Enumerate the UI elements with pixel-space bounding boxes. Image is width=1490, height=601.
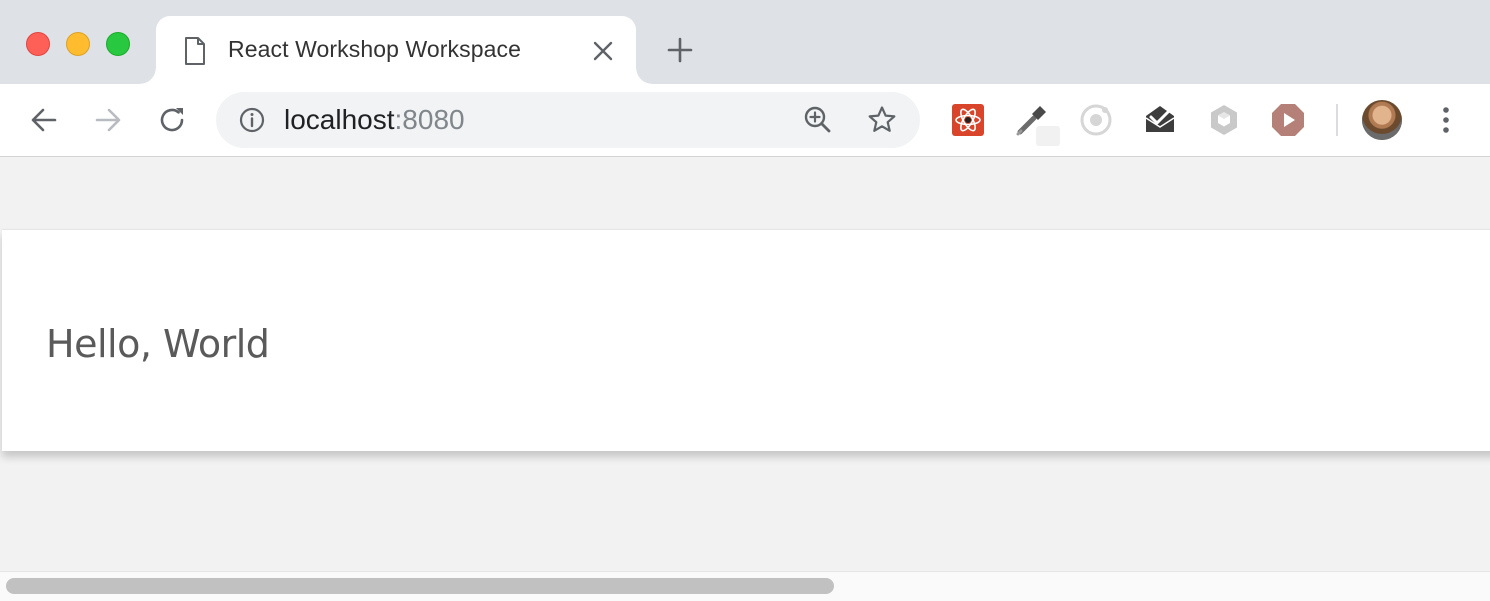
react-devtools-icon[interactable] (950, 102, 986, 138)
profile-avatar[interactable] (1362, 100, 1402, 140)
tab-strip: React Workshop Workspace (0, 0, 1490, 84)
info-icon[interactable] (238, 106, 266, 134)
url-text[interactable]: localhost:8080 (284, 104, 465, 136)
new-tab-plus-icon[interactable] (666, 36, 694, 64)
bookmark-star-icon[interactable] (866, 104, 898, 136)
color-picker-icon[interactable] (1014, 102, 1062, 148)
zoom-icon[interactable] (802, 104, 834, 136)
horizontal-scrollbar[interactable] (0, 571, 1490, 601)
mail-check-icon[interactable] (1142, 102, 1178, 138)
url-port: :8080 (394, 104, 465, 135)
close-icon[interactable] (592, 40, 614, 62)
url-host: localhost (284, 104, 395, 135)
more-menu-icon[interactable] (1432, 104, 1460, 136)
back-arrow-icon[interactable] (28, 104, 60, 136)
forward-arrow-icon[interactable] (92, 104, 124, 136)
tab-title: React Workshop Workspace (228, 36, 521, 62)
document-icon (185, 37, 205, 65)
page-heading: Hello, World (46, 322, 270, 366)
ionic-icon[interactable] (1078, 102, 1114, 138)
content-card: Hello, World (2, 229, 1490, 451)
toolbar-divider (1336, 104, 1338, 136)
window-close-button[interactable] (26, 32, 50, 56)
cube-icon[interactable] (1206, 102, 1242, 138)
play-icon[interactable] (1270, 102, 1306, 138)
reload-icon[interactable] (156, 104, 188, 136)
tab-active[interactable]: React Workshop Workspace (140, 16, 652, 84)
window-maximize-button[interactable] (106, 32, 130, 56)
window-minimize-button[interactable] (66, 32, 90, 56)
horizontal-scrollbar-thumb[interactable] (6, 578, 834, 594)
address-bar[interactable]: localhost:8080 (216, 92, 920, 148)
browser-toolbar: localhost:8080 (0, 84, 1490, 157)
